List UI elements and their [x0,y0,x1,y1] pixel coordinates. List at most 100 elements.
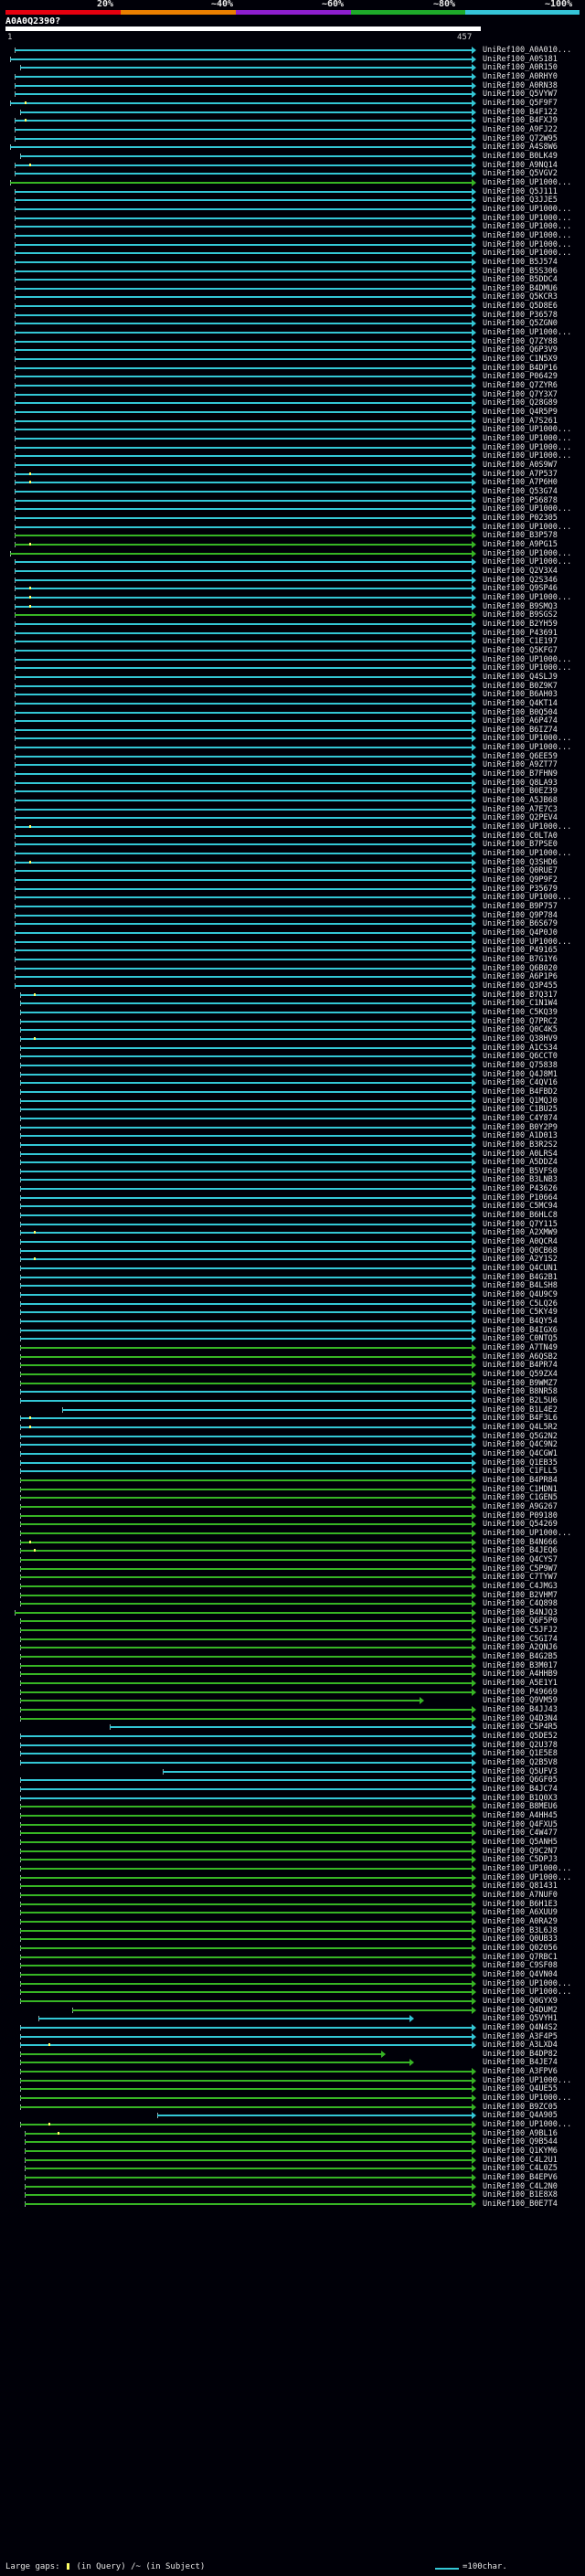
hit-row[interactable]: UniRef100_B4IGX6 [0,1326,585,1335]
hit-label-link[interactable]: UniRef100_UP1000... [483,557,571,567]
hit-label-link[interactable]: UniRef100_B4G2B5 [483,1652,558,1661]
hit-row[interactable]: UniRef100_Q9SP46 [0,584,585,593]
hit-row[interactable]: UniRef100_C1BU25 [0,1105,585,1114]
hit-row[interactable]: UniRef100_Q0GYX9 [0,1997,585,2006]
hit-label-link[interactable]: UniRef100_Q2PEV4 [483,813,558,822]
hit-label-link[interactable]: UniRef100_UP1000... [483,523,571,532]
hit-row[interactable]: UniRef100_UP1000... [0,214,585,223]
hit-row[interactable]: UniRef100_A0RA29 [0,1917,585,1926]
hit-label-link[interactable]: UniRef100_B0Q504 [483,708,558,717]
hit-row[interactable]: UniRef100_UP1000... [0,231,585,240]
hit-row[interactable]: UniRef100_UP1000... [0,734,585,743]
hit-label-link[interactable]: UniRef100_B9SGS2 [483,610,558,620]
hit-row[interactable]: UniRef100_Q5UFV3 [0,1767,585,1776]
hit-row[interactable]: UniRef100_A0A010... [0,46,585,55]
hit-row[interactable]: UniRef100_A2XMW9 [0,1228,585,1237]
hit-row[interactable]: UniRef100_A6XUU9 [0,1908,585,1917]
hit-label-link[interactable]: UniRef100_B4F122 [483,108,558,117]
hit-label-link[interactable]: UniRef100_A7P6H0 [483,478,558,487]
hit-row[interactable]: UniRef100_B4G2B1 [0,1273,585,1282]
hit-row[interactable]: UniRef100_Q9C2N7 [0,1847,585,1856]
hit-label-link[interactable]: UniRef100_UP1000... [483,2094,571,2103]
hit-label-link[interactable]: UniRef100_B1Q0X3 [483,1794,558,1803]
hit-label-link[interactable]: UniRef100_C5KQ39 [483,1008,558,1017]
hit-label-link[interactable]: UniRef100_Q4N4S2 [483,2023,558,2032]
hit-row[interactable]: UniRef100_Q81431 [0,1882,585,1891]
hit-row[interactable]: UniRef100_P35679 [0,885,585,894]
hit-row[interactable]: UniRef100_B0Q504 [0,708,585,717]
hit-row[interactable]: UniRef100_B2L5U6 [0,1396,585,1405]
hit-row[interactable]: UniRef100_B4JEQ6 [0,1546,585,1555]
hit-label-link[interactable]: UniRef100_Q2U378 [483,1741,558,1750]
hit-row[interactable]: UniRef100_Q5D8E6 [0,302,585,311]
hit-label-link[interactable]: UniRef100_B9P757 [483,902,558,911]
hit-row[interactable]: UniRef100_UP1000... [0,523,585,532]
hit-label-link[interactable]: UniRef100_UP1000... [483,734,571,743]
hit-label-link[interactable]: UniRef100_C5LQ26 [483,1299,558,1309]
hit-label-link[interactable]: UniRef100_Q7ZYR6 [483,381,558,390]
hit-label-link[interactable]: UniRef100_B6S679 [483,919,558,928]
hit-label-link[interactable]: UniRef100_B4QY54 [483,1317,558,1326]
hit-label-link[interactable]: UniRef100_C4Y874 [483,1114,558,1123]
hit-row[interactable]: UniRef100_B4LSH8 [0,1281,585,1290]
hit-row[interactable]: UniRef100_B4JC74 [0,1785,585,1794]
hit-row[interactable]: UniRef100_Q75838 [0,1061,585,1070]
hit-label-link[interactable]: UniRef100_B4DP16 [483,364,558,373]
hit-row[interactable]: UniRef100_A4HH45 [0,1811,585,1820]
hit-row[interactable]: UniRef100_A5E1Y1 [0,1679,585,1688]
hit-row[interactable]: UniRef100_Q4L5R2 [0,1423,585,1432]
hit-label-link[interactable]: UniRef100_Q6F5P0 [483,1617,558,1626]
hit-row[interactable]: UniRef100_A5JB68 [0,796,585,805]
hit-label-link[interactable]: UniRef100_B4DMU6 [483,284,558,293]
hit-row[interactable]: UniRef100_B3P578 [0,531,585,540]
hit-label-link[interactable]: UniRef100_Q2B5V8 [483,1758,558,1767]
hit-label-link[interactable]: UniRef100_C0NTQ5 [483,1334,558,1343]
hit-row[interactable]: UniRef100_A6P1P6 [0,972,585,981]
hit-label-link[interactable]: UniRef100_B5S306 [483,267,558,276]
hit-label-link[interactable]: UniRef100_Q5UFV3 [483,1767,558,1776]
hit-row[interactable]: UniRef100_B4QY54 [0,1317,585,1326]
hit-label-link[interactable]: UniRef100_Q5KFG7 [483,646,558,655]
hit-row[interactable]: UniRef100_A3LXD4 [0,2041,585,2050]
hit-label-link[interactable]: UniRef100_Q4P0J0 [483,928,558,938]
hit-label-link[interactable]: UniRef100_Q4KT14 [483,699,558,708]
hit-row[interactable]: UniRef100_B4F3L6 [0,1414,585,1423]
hit-row[interactable]: UniRef100_A1D013 [0,1131,585,1140]
hit-row[interactable]: UniRef100_C4Y874 [0,1114,585,1123]
hit-label-link[interactable]: UniRef100_Q81431 [483,1882,558,1891]
hit-label-link[interactable]: UniRef100_Q6P3V9 [483,345,558,355]
hit-row[interactable]: UniRef100_A7E7C3 [0,805,585,814]
hit-label-link[interactable]: UniRef100_Q5G2N2 [483,1432,558,1441]
hit-row[interactable]: UniRef100_B2YH59 [0,620,585,629]
hit-label-link[interactable]: UniRef100_B3M017 [483,1661,558,1670]
hit-label-link[interactable]: UniRef100_Q1MQJ0 [483,1097,558,1106]
hit-label-link[interactable]: UniRef100_UP1000... [483,1864,571,1873]
hit-row[interactable]: UniRef100_B4JE74 [0,2058,585,2067]
hit-label-link[interactable]: UniRef100_Q59ZX4 [483,1370,558,1379]
hit-label-link[interactable]: UniRef100_UP1000... [483,434,571,443]
hit-label-link[interactable]: UniRef100_Q7ZY88 [483,337,558,346]
hit-label-link[interactable]: UniRef100_A9ZT77 [483,760,558,769]
hit-label-link[interactable]: UniRef100_UP1000... [483,205,571,214]
hit-row[interactable]: UniRef100_B8NR58 [0,1387,585,1396]
hit-row[interactable]: UniRef100_B4FBD2 [0,1087,585,1097]
hit-row[interactable]: UniRef100_P49669 [0,1688,585,1697]
hit-label-link[interactable]: UniRef100_B9WMZ7 [483,1379,558,1388]
hit-label-link[interactable]: UniRef100_B8NR58 [483,1387,558,1396]
hit-row[interactable]: UniRef100_Q4N4S2 [0,2023,585,2032]
hit-label-link[interactable]: UniRef100_UP1000... [483,504,571,514]
hit-row[interactable]: UniRef100_B4F122 [0,108,585,117]
hit-label-link[interactable]: UniRef100_UP1000... [483,893,571,902]
hit-row[interactable]: UniRef100_A1CS34 [0,1044,585,1053]
hit-row[interactable]: UniRef100_UP1000... [0,205,585,214]
hit-label-link[interactable]: UniRef100_UP1000... [483,328,571,337]
hit-row[interactable]: UniRef100_UP1000... [0,938,585,947]
hit-row[interactable]: UniRef100_Q4D3N4 [0,1714,585,1723]
hit-row[interactable]: UniRef100_C1N1W4 [0,999,585,1008]
hit-row[interactable]: UniRef100_C1E197 [0,637,585,646]
hit-label-link[interactable]: UniRef100_Q8LA93 [483,779,558,788]
hit-row[interactable]: UniRef100_C5DPJ3 [0,1855,585,1864]
hit-row[interactable]: UniRef100_A6P474 [0,716,585,726]
hit-label-link[interactable]: UniRef100_Q0UB33 [483,1935,558,1944]
hit-label-link[interactable]: UniRef100_B2YH59 [483,620,558,629]
